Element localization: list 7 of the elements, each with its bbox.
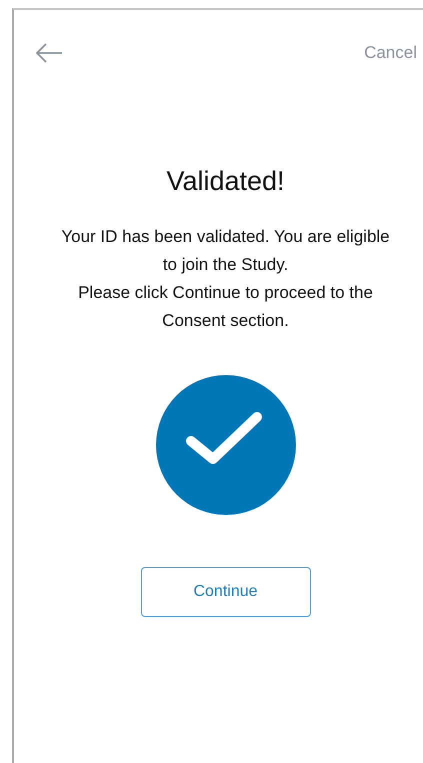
message-text: Please click Continue to proceed to the Consent section.	[77, 282, 374, 332]
back-arrow-icon[interactable]	[34, 42, 64, 64]
checkmark-icon	[156, 375, 296, 515]
page-title: Validated!	[166, 166, 285, 197]
cancel-link[interactable]: Cancel	[364, 43, 417, 63]
continue-button[interactable]: Continue	[140, 567, 310, 617]
message-text: Your ID has been validated. You are eligible to join the Study.	[60, 226, 390, 276]
